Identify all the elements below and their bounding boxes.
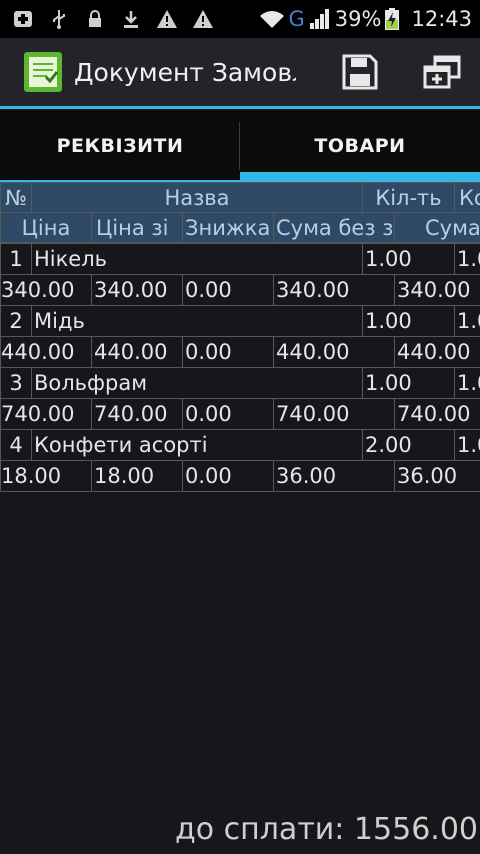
row-coefficient: 1.0	[454, 367, 480, 399]
row-name[interactable]: Мідь	[31, 305, 363, 337]
app-document-icon	[24, 52, 62, 92]
row-name[interactable]: Вольфрам	[31, 367, 363, 399]
row-discount: 0.00	[182, 274, 274, 306]
row-coefficient: 1.0	[454, 305, 480, 337]
save-icon	[342, 54, 378, 90]
row-coefficient: 1.0	[454, 243, 480, 275]
row-discount: 0.00	[182, 398, 274, 430]
col-header-number: №	[0, 182, 32, 213]
col-header-sum: Сума	[394, 212, 480, 243]
row-discount: 0.00	[182, 460, 274, 492]
warning-icon	[157, 10, 177, 28]
warning-icon	[193, 10, 213, 28]
row-discount: 0.00	[182, 336, 274, 368]
row-price-with: 740.00	[91, 398, 183, 430]
copy-windows-icon	[423, 55, 461, 89]
col-header-name: Назва	[31, 182, 363, 213]
row-name[interactable]: Нікель	[31, 243, 363, 275]
row-sum: 340.00	[394, 274, 480, 306]
col-header-quantity: Кіл-ть	[362, 182, 455, 213]
clock: 12:43	[411, 7, 472, 31]
row-price: 440.00	[0, 336, 92, 368]
battery-charging-icon	[385, 8, 400, 30]
row-quantity: 1.00	[362, 305, 455, 337]
signal-icon	[309, 9, 329, 29]
wifi-icon	[259, 11, 284, 28]
action-bar: Документ Замовлення	[0, 38, 480, 106]
plus-square-icon	[14, 11, 32, 27]
row-price: 740.00	[0, 398, 92, 430]
row-price-with: 440.00	[91, 336, 183, 368]
row-quantity: 1.00	[362, 243, 455, 275]
row-number: 4	[0, 429, 32, 461]
usb-icon	[53, 10, 65, 29]
download-icon	[124, 11, 138, 28]
row-price-with: 340.00	[91, 274, 183, 306]
row-price: 18.00	[0, 460, 92, 492]
copy-button[interactable]	[412, 42, 472, 102]
row-number: 1	[0, 243, 32, 275]
row-sum: 440.00	[394, 336, 480, 368]
col-header-discount: Знижка	[182, 212, 274, 243]
page-title: Документ Замовлення	[74, 57, 296, 87]
row-number: 2	[0, 305, 32, 337]
col-header-price-with: Ціна зі	[91, 212, 183, 243]
lock-icon	[89, 10, 101, 27]
row-name[interactable]: Конфети асорті	[31, 429, 363, 461]
row-quantity: 2.00	[362, 429, 455, 461]
row-sum-without: 740.00	[273, 398, 395, 430]
col-header-price: Ціна	[0, 212, 92, 243]
row-sum-without: 440.00	[273, 336, 395, 368]
row-number: 3	[0, 367, 32, 399]
col-header-coefficient: Ко	[454, 182, 480, 213]
tab-goods-selected-indicator	[240, 172, 480, 181]
row-quantity: 1.00	[362, 367, 455, 399]
row-price: 340.00	[0, 274, 92, 306]
total-to-pay: до сплати: 1556.00	[175, 812, 478, 847]
row-sum: 740.00	[394, 398, 480, 430]
battery-percent: 39%	[334, 7, 382, 31]
row-sum: 36.00	[394, 460, 480, 492]
row-sum-without: 36.00	[273, 460, 395, 492]
tab-requisites[interactable]: РЕКВІЗИТИ	[0, 110, 240, 182]
row-coefficient: 1.0	[454, 429, 480, 461]
row-sum-without: 340.00	[273, 274, 395, 306]
row-price-with: 18.00	[91, 460, 183, 492]
status-bar: G 39% 12:43	[0, 0, 480, 38]
col-header-sum-without: Сума без з	[273, 212, 395, 243]
actionbar-divider	[0, 106, 480, 109]
network-type: G	[288, 7, 305, 31]
save-button[interactable]	[330, 42, 390, 102]
